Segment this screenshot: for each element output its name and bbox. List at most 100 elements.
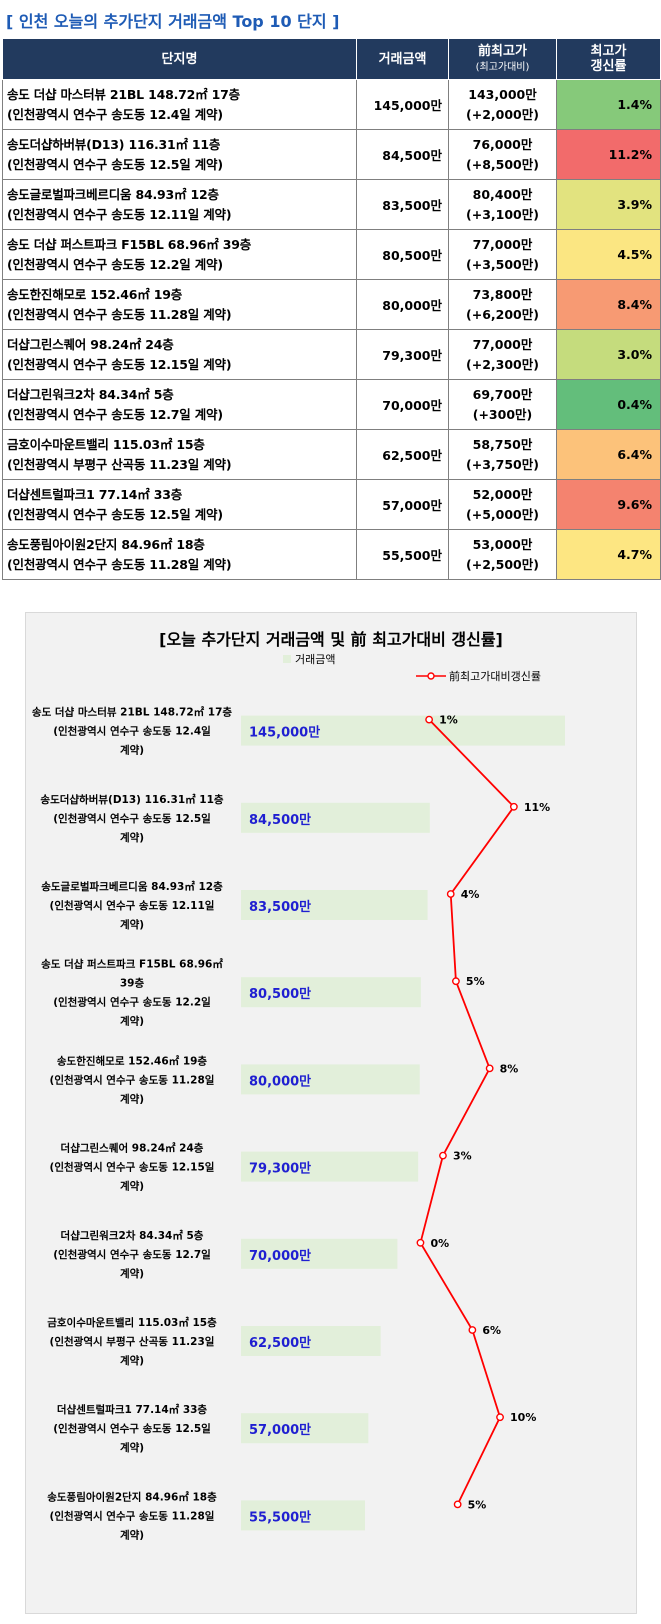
table-body: 송도 더샵 마스터뷰 21BL 148.72㎡ 17층 (인천광역시 연수구 송도… (2, 79, 661, 580)
header-rate: 최고가 갱신률 (556, 38, 661, 80)
rate-label: 8% (500, 1062, 519, 1075)
name-line1: 송도 더샵 퍼스트파크 F15BL 68.96㎡ 39층 (7, 236, 252, 252)
category-label: (인천광역시 연수구 송도동 11.28일 (50, 1509, 215, 1522)
rate-label: 0% (430, 1237, 449, 1250)
cell-name: 더샵그린워크2차 84.34㎡ 5층 (인천광역시 연수구 송도동 12.7일 계… (2, 379, 357, 430)
prev-diff: (+2,500만) (466, 556, 539, 572)
name-line1: 더샵그린스퀘어 98.24㎡ 24층 (7, 336, 174, 352)
category-label: 송도더샵하버뷰(D13) 116.31㎡ 11층 (40, 793, 223, 806)
cell-price: 57,000만 (356, 479, 449, 530)
bar-value-label: 84,500만 (249, 812, 311, 828)
name-line2: (인천광역시 연수구 송도동 12.2일 계약) (7, 256, 223, 272)
prev-price: 52,000만 (472, 486, 533, 502)
legend-bar-swatch (283, 655, 291, 663)
cell-name: 더샵그린스퀘어 98.24㎡ 24층 (인천광역시 연수구 송도동 12.15일 … (2, 329, 357, 380)
header-prev: 前최고가 (최고가대비) (448, 38, 557, 80)
category-label: 계약) (120, 831, 144, 844)
table-header-row: 단지명 거래금액 前최고가 (최고가대비) 최고가 갱신률 (2, 38, 661, 80)
cell-prev: 52,000만 (+5,000만) (448, 479, 557, 530)
rate-point (485, 1064, 494, 1073)
cell-rate: 3.9% (556, 179, 661, 230)
name-line1: 송도 더샵 마스터뷰 21BL 148.72㎡ 17층 (7, 86, 240, 102)
legend-bar-label: 거래금액 (295, 653, 335, 666)
bar-value-label: 83,500만 (249, 899, 311, 915)
cell-prev: 69,700만 (+300만) (448, 379, 557, 430)
chart-svg: [오늘 추가단지 거래금액 및 前 최고가대비 갱신률] 거래금액 前최고가대비갱… (32, 630, 565, 1542)
prev-diff: (+2,000만) (466, 106, 539, 122)
category-label: (인천광역시 연수구 송도동 12.4일 (53, 725, 211, 738)
category-label: 계약) (120, 1267, 144, 1280)
rate-point (468, 1326, 477, 1334)
category-label: (인천광역시 연수구 송도동 12.15일 (50, 1161, 215, 1174)
cell-name: 송도 더샵 퍼스트파크 F15BL 68.96㎡ 39층 (인천광역시 연수구 송… (2, 229, 357, 280)
table-row: 더샵그린스퀘어 98.24㎡ 24층 (인천광역시 연수구 송도동 12.15일 … (2, 329, 661, 380)
category-label: 39층 (120, 977, 145, 990)
category-label: 더샵그린워크2차 84.34㎡ 5층 (61, 1229, 204, 1242)
category-label: (인천광역시 연수구 송도동 12.5일 (53, 812, 211, 825)
legend-line-label: 前최고가대비갱신률 (449, 669, 541, 683)
cell-name: 금호이수마운트밸리 115.03㎡ 15층 (인천광역시 부평구 산곡동 11.2… (2, 429, 357, 480)
line-series: 1% 11% 4% 5% 8% 3% 0% 6% 10% 5% (416, 714, 550, 1511)
legend-line-marker (427, 672, 435, 680)
deals-table: 단지명 거래금액 前최고가 (최고가대비) 최고가 갱신률 송도 더샵 마스터뷰 2… (2, 38, 661, 580)
category-label: 계약) (120, 744, 144, 757)
cell-name: 더샵센트럴파크1 77.14㎡ 33층 (인천광역시 연수구 송도동 12.5일 … (2, 479, 357, 530)
rate-label: 1% (439, 714, 458, 727)
name-line2: (인천광역시 연수구 송도동 12.5일 계약) (7, 506, 223, 522)
prev-diff: (+3,500만) (466, 256, 539, 272)
category-label: (인천광역시 부평구 산곡동 11.23일 (50, 1335, 215, 1348)
cell-name: 송도 더샵 마스터뷰 21BL 148.72㎡ 17층 (인천광역시 연수구 송도… (2, 79, 357, 130)
name-line1: 송도더샵하버뷰(D13) 116.31㎡ 11층 (7, 136, 221, 152)
rate-point (425, 715, 434, 724)
cell-name: 송도풍림아이원2단지 84.96㎡ 18층 (인천광역시 연수구 송도동 11.2… (2, 529, 357, 580)
cell-name: 송도더샵하버뷰(D13) 116.31㎡ 11층 (인천광역시 연수구 송도동 1… (2, 129, 357, 180)
chart-legend: 거래금액 前최고가대비갱신률 (283, 653, 541, 683)
category-label: 더샵그린스퀘어 98.24㎡ 24층 (61, 1142, 204, 1155)
bar-value-label: 70,000만 (249, 1248, 311, 1264)
cell-price: 84,500만 (356, 129, 449, 180)
category-label: 계약) (120, 1180, 144, 1193)
name-line1: 금호이수마운트밸리 115.03㎡ 15층 (7, 436, 205, 452)
name-line2: (인천광역시 부평구 산곡동 11.23일 계약) (7, 456, 232, 472)
category-label: (인천광역시 연수구 송도동 11.28일 (50, 1073, 215, 1086)
bar-value-label: 57,000만 (249, 1422, 311, 1438)
name-line2: (인천광역시 연수구 송도동 11.28일 계약) (7, 556, 232, 572)
category-labels: 송도 더샵 마스터뷰 21BL 148.72㎡ 17층 (인천광역시 연수구 송도… (32, 706, 232, 1542)
prev-price: 80,400만 (472, 186, 533, 202)
cell-prev: 73,800만 (+6,200만) (448, 279, 557, 330)
rate-point (496, 1413, 504, 1422)
table-row: 송도 더샵 마스터뷰 21BL 148.72㎡ 17층 (인천광역시 연수구 송도… (2, 79, 661, 130)
category-label: 계약) (120, 918, 144, 931)
bar-value-label: 80,500만 (249, 986, 311, 1002)
prev-diff: (+8,500만) (466, 156, 539, 172)
header-rate-line2: 갱신률 (590, 59, 627, 74)
prev-diff: (+300만) (472, 406, 533, 422)
table-row: 송도더샵하버뷰(D13) 116.31㎡ 11층 (인천광역시 연수구 송도동 1… (2, 129, 661, 180)
header-prev-sub: (최고가대비) (475, 61, 530, 73)
name-line2: (인천광역시 연수구 송도동 12.7일 계약) (7, 406, 223, 422)
cell-price: 80,000만 (356, 279, 449, 330)
cell-rate: 1.4% (556, 79, 661, 130)
prev-price: 143,000만 (468, 86, 537, 102)
rate-point (452, 977, 460, 986)
header-rate-line1: 최고가 (590, 44, 627, 59)
prev-diff: (+3,100만) (466, 206, 539, 222)
cell-prev: 58,750만 (+3,750만) (448, 429, 557, 480)
name-line1: 송도풍림아이원2단지 84.96㎡ 18층 (7, 536, 205, 552)
rate-label: 5% (468, 1498, 487, 1511)
prev-price: 69,700만 (472, 386, 533, 402)
cell-prev: 76,000만 (+8,500만) (448, 129, 557, 180)
category-label: 계약) (120, 1015, 144, 1028)
table-row: 더샵센트럴파크1 77.14㎡ 33층 (인천광역시 연수구 송도동 12.5일 … (2, 479, 661, 530)
cell-rate: 0.4% (556, 379, 661, 430)
name-line2: (인천광역시 연수구 송도동 11.28일 계약) (7, 306, 232, 322)
cell-price: 79,300만 (356, 329, 449, 380)
page-title: [ 인천 오늘의 추가단지 거래금액 Top 10 단지 ] (6, 12, 340, 31)
category-label: 송도풍림아이원2단지 84.96㎡ 18층 (47, 1490, 217, 1503)
cell-prev: 53,000만 (+2,500만) (448, 529, 557, 580)
category-label: 계약) (120, 1354, 144, 1367)
cell-rate: 3.0% (556, 329, 661, 380)
category-label: 송도 더샵 마스터뷰 21BL 148.72㎡ 17층 (32, 706, 232, 719)
prev-price: 73,800만 (472, 286, 533, 302)
cell-rate: 4.5% (556, 229, 661, 280)
